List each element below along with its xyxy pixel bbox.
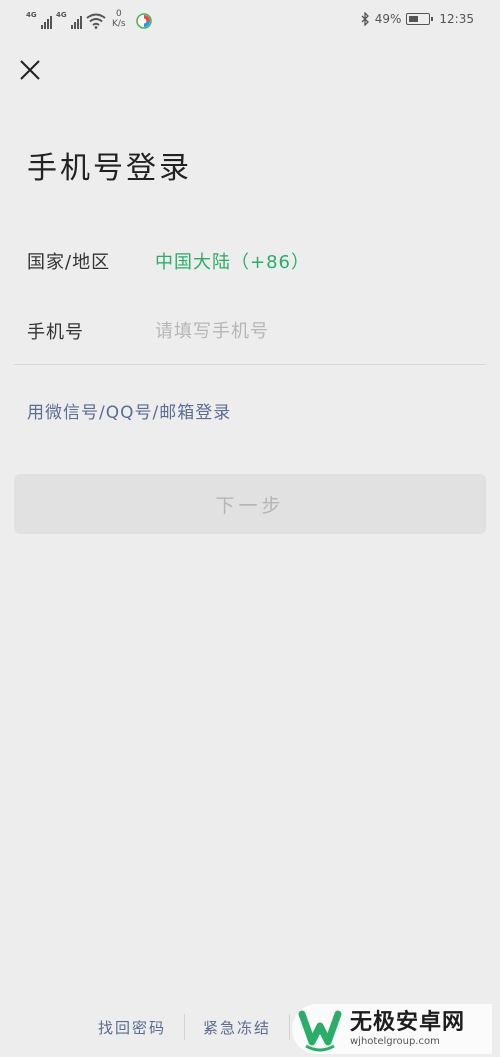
alt-login-link[interactable]: 用微信号/QQ号/邮箱登录 [27, 398, 231, 423]
footer-links: 找回密码 紧急冻结 [80, 1012, 291, 1042]
recover-password-link[interactable]: 找回密码 [80, 1017, 184, 1038]
status-bar-left: 4G 4G 0 K/s [26, 9, 152, 29]
network-type-label: 4G [26, 11, 37, 19]
phone-label: 手机号 [27, 322, 84, 343]
region-selector[interactable]: 国家/地区 中国大陆（+86） [27, 241, 487, 281]
footer-divider [289, 1014, 291, 1040]
status-bar-right: 49% 12:35 [361, 12, 474, 26]
watermark-logo-icon [298, 1010, 342, 1052]
battery-percent: 49% [374, 12, 402, 26]
network-speed-value: 0 [115, 9, 122, 19]
status-bar: 4G 4G 0 K/s 49% 12:35 [0, 0, 500, 40]
phone-login-screen: 4G 4G 0 K/s 49% 12:35 手机号登录 国家/地区 中国大陆（+… [0, 0, 500, 1057]
watermark: 无极安卓网 wjhotelgroup.com [292, 1004, 492, 1054]
wifi-icon [86, 13, 106, 29]
signal-icon: 4G [26, 11, 52, 29]
watermark-text: 无极安卓网 wjhotelgroup.com [350, 1010, 465, 1048]
network-speed: 0 K/s [112, 9, 126, 29]
network-speed-unit: K/s [112, 19, 126, 29]
network-type-label: 4G [56, 11, 67, 19]
phone-input[interactable] [155, 320, 455, 342]
battery-level [409, 16, 419, 22]
watermark-title: 无极安卓网 [350, 1010, 466, 1035]
signal-icon: 4G [56, 11, 82, 29]
emergency-freeze-link[interactable]: 紧急冻结 [185, 1017, 289, 1038]
region-label: 国家/地区 [27, 252, 111, 273]
bluetooth-icon [361, 12, 369, 26]
region-value[interactable]: 中国大陆（+86） [155, 248, 310, 274]
phone-row: 手机号 [27, 311, 487, 351]
clock: 12:35 [439, 12, 474, 26]
divider [14, 364, 486, 365]
app-notification-icon [135, 13, 152, 29]
page-title: 手机号登录 [27, 151, 192, 186]
watermark-url: wjhotelgroup.com [350, 1036, 440, 1047]
next-button[interactable]: 下一步 [14, 474, 486, 534]
battery-icon [406, 13, 434, 25]
close-icon[interactable] [16, 56, 44, 84]
